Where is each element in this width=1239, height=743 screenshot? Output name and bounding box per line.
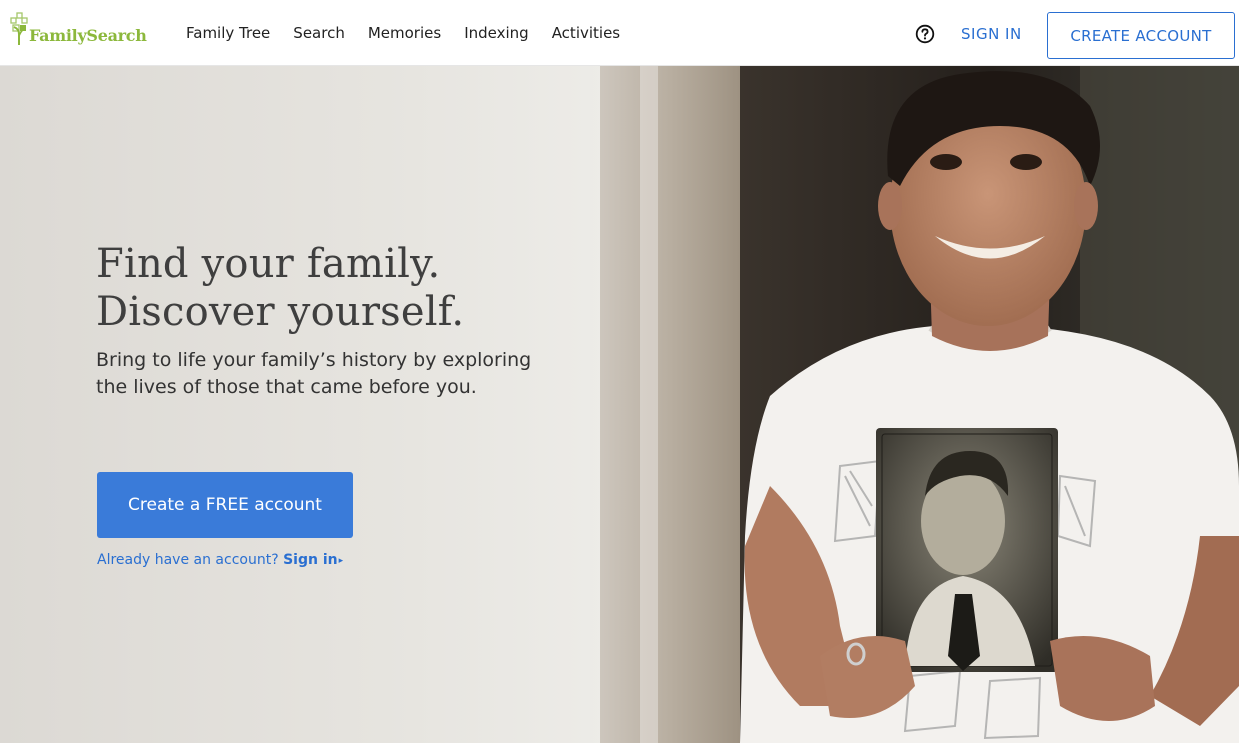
- familysearch-logo[interactable]: FamilySearch: [10, 6, 147, 46]
- nav-family-tree[interactable]: Family Tree: [186, 24, 270, 42]
- hero-sign-in-link[interactable]: Sign in▸: [283, 552, 343, 568]
- nav-indexing[interactable]: Indexing: [464, 24, 529, 42]
- question-circle-icon[interactable]: [915, 24, 935, 44]
- create-free-account-button[interactable]: Create a FREE account: [97, 472, 353, 538]
- caret-right-icon: ▸: [338, 556, 344, 566]
- header-sign-in-link[interactable]: SIGN IN: [961, 25, 1022, 43]
- top-header: FamilySearch Family Tree Search Memories…: [0, 0, 1239, 66]
- nav-memories[interactable]: Memories: [368, 24, 441, 42]
- hero-copy: Find your family. Discover yourself. Bri…: [96, 240, 596, 401]
- already-have-account: Already have an account? Sign in▸: [97, 552, 343, 568]
- hero-subhead: Bring to life your family’s history by e…: [96, 349, 532, 398]
- nav-search[interactable]: Search: [293, 24, 345, 42]
- main-nav: Family Tree Search Memories Indexing Act…: [186, 24, 643, 42]
- logo-text: FamilySearch: [29, 26, 147, 45]
- tree-logo-icon: [10, 12, 28, 45]
- headline-line-2: Discover yourself.: [96, 289, 465, 335]
- hero-photo: [0, 66, 1239, 743]
- hero-section: Find your family. Discover yourself. Bri…: [0, 66, 1239, 743]
- create-account-button[interactable]: CREATE ACCOUNT: [1047, 12, 1235, 59]
- headline-line-1: Find your family.: [96, 241, 441, 287]
- sign-in-label: Sign in: [283, 552, 338, 568]
- nav-activities[interactable]: Activities: [552, 24, 620, 42]
- hero-headline: Find your family. Discover yourself.: [96, 240, 596, 336]
- already-text: Already have an account?: [97, 552, 279, 568]
